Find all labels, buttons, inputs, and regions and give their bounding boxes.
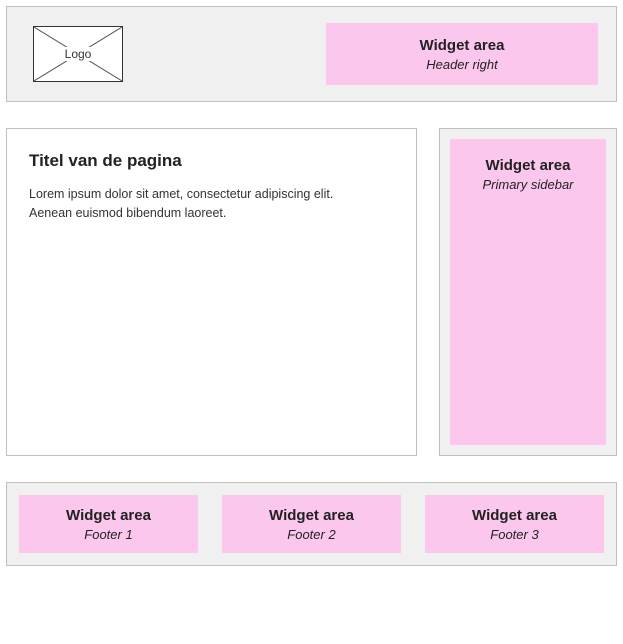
widget-title: Widget area xyxy=(269,507,354,524)
footer-widget-area-1: Widget area Footer 1 xyxy=(19,495,198,553)
footer-widget-area-3: Widget area Footer 3 xyxy=(425,495,604,553)
primary-sidebar: Widget area Primary sidebar xyxy=(439,128,617,456)
widget-subtitle: Header right xyxy=(426,57,498,72)
widget-title: Widget area xyxy=(472,507,557,524)
widget-title: Widget area xyxy=(420,37,505,54)
widget-subtitle: Footer 1 xyxy=(84,527,132,542)
header-right-widget-area: Widget area Header right xyxy=(326,23,598,85)
header: Logo Widget area Header right xyxy=(6,6,617,102)
logo-placeholder: Logo xyxy=(33,26,123,82)
widget-subtitle: Footer 2 xyxy=(287,527,335,542)
page-title: Titel van de pagina xyxy=(29,151,394,171)
page-body: Lorem ipsum dolor sit amet, consectetur … xyxy=(29,185,339,223)
widget-subtitle: Primary sidebar xyxy=(482,177,573,192)
logo-label: Logo xyxy=(63,47,94,61)
widget-title: Widget area xyxy=(486,157,571,174)
widget-subtitle: Footer 3 xyxy=(490,527,538,542)
middle-row: Titel van de pagina Lorem ipsum dolor si… xyxy=(6,128,617,456)
widget-title: Widget area xyxy=(66,507,151,524)
footer: Widget area Footer 1 Widget area Footer … xyxy=(6,482,617,566)
main-content: Titel van de pagina Lorem ipsum dolor si… xyxy=(6,128,417,456)
footer-widget-area-2: Widget area Footer 2 xyxy=(222,495,401,553)
primary-sidebar-widget-area: Widget area Primary sidebar xyxy=(450,139,606,445)
